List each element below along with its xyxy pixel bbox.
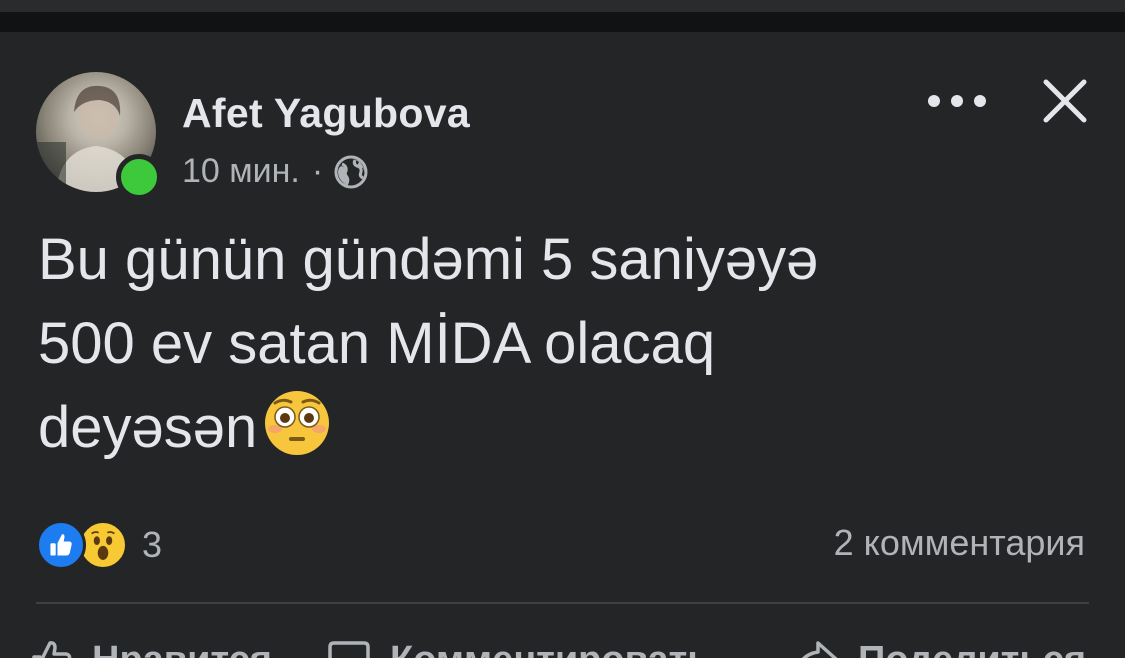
top-bar: [0, 0, 1125, 12]
comment-label: Комментировать: [390, 639, 711, 658]
flushed-face-icon: [265, 391, 330, 455]
share-label: Поделиться: [858, 639, 1086, 658]
comments-count-link[interactable]: 2 комментария: [834, 522, 1085, 564]
post-actions-bar: Нравится Комментировать Поделиться: [0, 630, 1125, 658]
post-body: Bu günün gündəmi 5 saniyəyə 500 ev satan…: [38, 227, 819, 460]
like-reaction-icon: [36, 520, 86, 570]
post-time[interactable]: 10 мин.: [182, 152, 300, 191]
reactions-summary[interactable]: 3: [36, 518, 162, 572]
meta-separator: ·: [311, 152, 324, 190]
share-icon: [801, 641, 838, 658]
comment-button[interactable]: Комментировать: [326, 630, 711, 658]
close-icon[interactable]: [1040, 76, 1090, 126]
online-status-dot: [116, 154, 162, 200]
like-button[interactable]: Нравится: [28, 630, 272, 658]
globe-icon[interactable]: [333, 154, 369, 190]
share-button[interactable]: Поделиться: [792, 630, 1086, 658]
post-card: Afet Yagubova 10 мин. · Bu günün gündəmi…: [0, 32, 1125, 658]
post-text: Bu günün gündəmi 5 saniyəyə 500 ev satan…: [38, 218, 1058, 470]
post-meta: 10 мин. ·: [182, 152, 369, 191]
feed-gap: [0, 12, 1125, 32]
like-label: Нравится: [92, 639, 272, 658]
more-dots-icon[interactable]: [928, 86, 986, 116]
reactions-count: 3: [142, 524, 163, 565]
comment-icon: [328, 641, 370, 658]
thumbs-up-icon: [32, 641, 72, 658]
author-name[interactable]: Afet Yagubova: [182, 90, 470, 137]
divider: [36, 602, 1089, 604]
